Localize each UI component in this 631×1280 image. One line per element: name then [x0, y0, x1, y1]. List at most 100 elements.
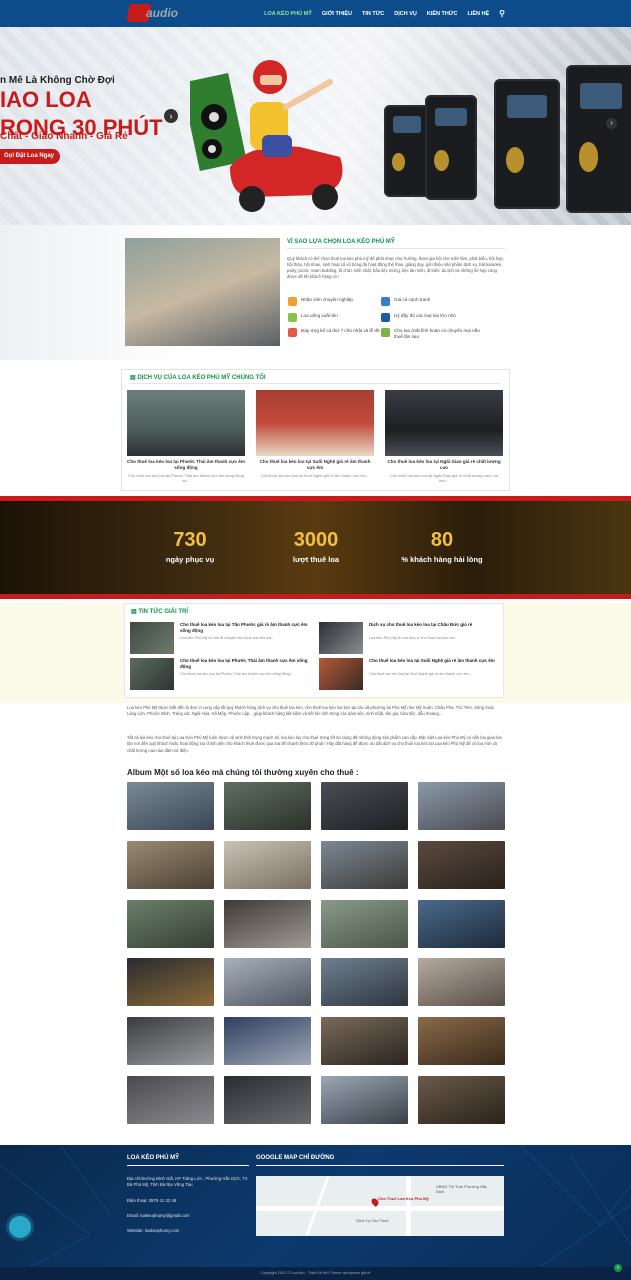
service-image[interactable]	[256, 390, 374, 456]
album-photo[interactable]	[224, 1075, 311, 1124]
footer-col2-title: GOOGLE MAP CHỈ ĐƯỜNG	[256, 1155, 504, 1166]
album-photo[interactable]	[321, 899, 408, 948]
discount-icon	[381, 328, 390, 337]
album-photo[interactable]	[224, 1017, 311, 1066]
album-photo[interactable]	[321, 782, 408, 830]
album-photo[interactable]	[418, 899, 505, 948]
album-photo[interactable]	[127, 1017, 214, 1066]
speaker-image	[566, 65, 631, 213]
map-road	[256, 1206, 504, 1211]
map-label: Cho Thuê Loa Kéo Phú Mỹ	[378, 1196, 429, 1201]
hero-slider: n Mê Là Không Chờ Đợi IAO LOA RONG 30 PH…	[0, 27, 631, 225]
stat-rentals: 3000 lượt thuê loa	[256, 529, 376, 564]
news-image[interactable]	[319, 658, 363, 690]
map-label: UBND Thị Trấn Phường Hắc Dịch	[436, 1184, 488, 1194]
album-photo[interactable]	[418, 782, 505, 830]
service-card[interactable]: Cho thuê loa kéo loa tại Suối Nghệ giá r…	[256, 390, 374, 478]
nav-item-contact[interactable]: LIÊN HỆ	[467, 11, 489, 17]
chat-button-icon[interactable]	[9, 1216, 31, 1238]
copyright: Copyright 2022 © Loa kéo - Thiết Kế bởi …	[0, 1267, 631, 1280]
slider-prev-arrow-icon[interactable]: ›	[164, 109, 178, 123]
footer-website[interactable]: Website: loakeophumy.com	[127, 1228, 249, 1234]
footer-email[interactable]: Email: loakeophumy@gmail.com	[127, 1213, 249, 1219]
album-photo[interactable]	[127, 840, 214, 889]
nav-item-knowledge[interactable]: KIẾN THỨC	[427, 11, 458, 17]
service-image[interactable]	[127, 390, 245, 456]
back-to-top-icon[interactable]: ˄	[614, 1264, 622, 1272]
stat-satisfaction: 80 % khách hàng hài lòng	[382, 529, 502, 564]
nav-item-about[interactable]: GIỚI THIỆU	[322, 11, 352, 17]
hero-headline-1: IAO LOA	[0, 87, 92, 112]
news-item[interactable]: Cho thuê loa kéo loa tại Phước Thái âm t…	[130, 658, 310, 690]
slider-dot[interactable]	[310, 212, 314, 216]
stat-label: ngày phục vụ	[165, 555, 215, 564]
speaker-image	[384, 105, 430, 197]
news-title: ▤ TIN TỨC GIẢI TRÍ	[131, 609, 188, 615]
quality-icon	[288, 313, 297, 322]
news-item[interactable]: Cho thuê loa kéo loa tại Suối Nghệ giá r…	[319, 658, 499, 690]
album-photo[interactable]	[224, 840, 311, 889]
services-title: ▤ DỊCH VỤ CỦA LOA KÉO PHÚ MỸ CHÚNG TÔI	[130, 375, 266, 381]
stat-value: 80	[430, 529, 454, 551]
album-photo[interactable]	[321, 840, 408, 889]
album-photo[interactable]	[127, 782, 214, 830]
album-photo[interactable]	[224, 899, 311, 948]
album-photo[interactable]	[418, 958, 505, 1007]
why-choose-photo	[125, 238, 280, 346]
feature-item: Loa uống xuất tên	[288, 313, 394, 322]
site-header: audio LOA KÉO PHÚ MỸ GIỚI THIỆU TIN TỨC …	[0, 0, 631, 27]
slider-next-arrow-icon[interactable]: ›	[606, 118, 617, 129]
news-image[interactable]	[319, 622, 363, 654]
service-card[interactable]: Cho thuê loa kéo loa tại Ngãi Giao giá r…	[385, 390, 503, 483]
service-card-title[interactable]: Cho thuê loa kéo loa tại Phước Thái âm t…	[127, 459, 245, 471]
speaker-image	[425, 95, 477, 200]
service-image[interactable]	[385, 390, 503, 456]
album-title: Album Một số loa kéo mà chúng tôi thường…	[127, 768, 359, 777]
google-map[interactable]: Cho Thuê Loa Kéo Phú Mỹ Dịch Vụ Cho Thuê…	[256, 1176, 504, 1236]
service-card-desc: Cho thuê loa kéo loa tại Suối Nghệ giá r…	[260, 472, 370, 478]
album-photo[interactable]	[321, 958, 408, 1007]
site-logo[interactable]: audio	[126, 4, 192, 22]
news-image[interactable]	[130, 658, 174, 690]
footer-phone[interactable]: Điện thoại: 0979 41 22 48	[127, 1198, 249, 1204]
nav-item-news[interactable]: TIN TỨC	[362, 11, 384, 17]
album-photo[interactable]	[418, 1017, 505, 1066]
service-card-desc: Cho thuê loa kéo loa tại Phước Thái âm t…	[127, 472, 245, 484]
hero-cta-button[interactable]: Gọi Đặt Loa Ngay	[0, 149, 60, 164]
stat-value: 730	[173, 529, 207, 551]
feature-item: Nhân viên chuyên nghiệp.	[288, 297, 394, 306]
divider	[130, 383, 500, 384]
news-item-title[interactable]: Dịch vụ cho thuê loa kéo loa tại Châu Đứ…	[369, 622, 499, 628]
album-photo[interactable]	[224, 958, 311, 1007]
album-photo[interactable]	[127, 1075, 214, 1124]
album-photo[interactable]	[321, 1017, 408, 1066]
speaker-icon	[381, 313, 390, 322]
album-photo[interactable]	[418, 840, 505, 889]
news-item[interactable]: Cho thuê loa kéo loa tại Tân Phước giá r…	[130, 622, 310, 654]
news-item[interactable]: Dịch vụ cho thuê loa kéo loa tại Châu Đứ…	[319, 622, 499, 654]
news-item-title[interactable]: Cho thuê loa kéo loa tại Tân Phước giá r…	[180, 622, 310, 634]
map-road	[406, 1176, 411, 1236]
album-photo[interactable]	[224, 782, 311, 830]
stat-value: 3000	[293, 529, 339, 551]
news-item-title[interactable]: Cho thuê loa kéo loa tại Phước Thái âm t…	[180, 658, 310, 670]
news-item-title[interactable]: Cho thuê loa kéo loa tại Suối Nghệ giá r…	[369, 658, 499, 664]
album-photo[interactable]	[418, 1075, 505, 1124]
news-item-desc: Cho thuê loa kéo loa tại Phước Thái âm t…	[180, 672, 294, 676]
hero-subline: Chất - Giao Nhanh - Giá Rẻ	[0, 131, 128, 142]
service-card-title[interactable]: Cho thuê loa kéo loa tại Ngãi Giao giá r…	[385, 459, 503, 471]
service-card-title[interactable]: Cho thuê loa kéo loa tại Suối Nghệ giá r…	[256, 459, 374, 471]
scooter-rider-illustration	[190, 60, 343, 212]
nav-item-home[interactable]: LOA KÉO PHÚ MỸ	[264, 11, 312, 17]
album-photo[interactable]	[321, 1075, 408, 1124]
slider-dot[interactable]	[318, 212, 322, 216]
album-photo[interactable]	[127, 958, 214, 1007]
news-image[interactable]	[130, 622, 174, 654]
stats-section: 730 ngày phục vụ 3000 lượt thuê loa 80 % kh…	[0, 496, 631, 599]
nav-item-services[interactable]: DỊCH VỤ	[394, 11, 417, 17]
service-card[interactable]: Cho thuê loa kéo loa tại Phước Thái âm t…	[127, 390, 245, 483]
stat-days: 730 ngày phục vụ	[130, 529, 250, 564]
feature-item: Giá cả cạnh tranh	[381, 297, 487, 306]
album-photo[interactable]	[127, 899, 214, 948]
search-icon[interactable]: ⚲	[499, 9, 505, 18]
